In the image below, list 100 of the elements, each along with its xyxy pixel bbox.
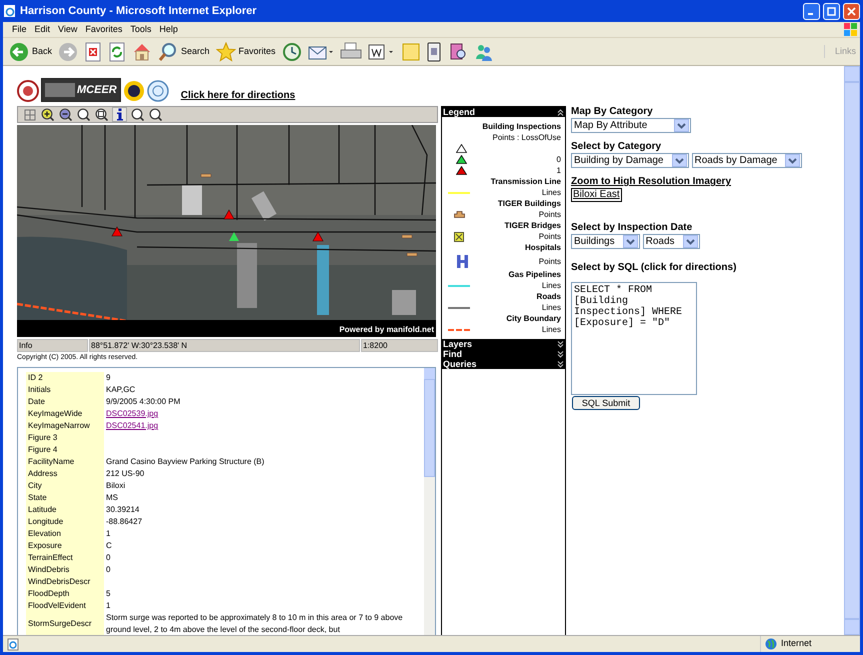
legend-layer-type: Lines (542, 187, 561, 198)
document-icon[interactable] (368, 42, 396, 62)
toolbar-label[interactable]: Search (181, 44, 210, 58)
book-icon[interactable] (448, 42, 468, 62)
field-label: Latitude (26, 504, 104, 516)
field-label: FloodDepth (26, 588, 104, 600)
building-icon (454, 211, 465, 218)
image-link[interactable]: DSC02541.jpg (106, 421, 158, 430)
globe-icon (765, 638, 777, 650)
menu-item[interactable]: File (8, 22, 31, 36)
legend-layer-name: Transmission Line (490, 176, 561, 187)
legend-layer-name: Gas Pipelines (508, 269, 561, 280)
legend-class-label: 0 (556, 154, 561, 165)
search-icon[interactable] (158, 42, 178, 62)
magnifier-icon[interactable] (131, 108, 144, 121)
field-value: 0 (106, 565, 110, 574)
field-value: 1 (106, 529, 110, 538)
maximize-icon (827, 6, 836, 16)
menu-item[interactable]: Help (155, 22, 182, 36)
field-value: 212 US-90 (106, 469, 144, 478)
field-label: KeyImageNarrow (26, 420, 104, 432)
windows-flag-icon (844, 23, 858, 36)
imagery-link[interactable]: Zoom to High Resolution Imagery (571, 176, 732, 188)
field-value: 5 (106, 589, 110, 598)
stop-icon[interactable] (84, 42, 102, 62)
caret-icon (672, 154, 686, 167)
maximize-button[interactable] (823, 2, 840, 20)
zoom-out-icon[interactable] (59, 108, 72, 121)
tablet-icon[interactable] (426, 42, 442, 62)
section-label: Select by Category (571, 141, 662, 153)
field-label: WindDebrisDescr (26, 576, 104, 588)
scrollbar[interactable] (424, 368, 435, 635)
caret-icon (682, 235, 698, 248)
legend-layer-type: Points (538, 256, 561, 266)
toolbar-label[interactable]: Back (32, 44, 52, 58)
category-dropdown[interactable]: Map By Attribute (571, 118, 691, 133)
field-label: Date (26, 396, 104, 408)
chevron-down-icon (557, 350, 564, 358)
legend-layer-name: City Boundary (505, 313, 561, 324)
info-icon[interactable] (116, 108, 124, 121)
caret-icon (785, 154, 800, 167)
refresh-icon[interactable] (108, 42, 126, 62)
panel-header[interactable]: Find (442, 349, 565, 359)
section-label: Select by Inspection Date (571, 222, 692, 234)
image-link[interactable]: DSC02539.jpg (106, 409, 158, 418)
field-value: 9/9/2005 4:30:00 PM (106, 397, 180, 406)
crossed-square-icon (454, 232, 464, 242)
legend-class-label: 1 (556, 165, 561, 176)
minimize-icon (808, 13, 812, 15)
legend-layer-type: Lines (542, 302, 561, 313)
chevron-down-icon (557, 360, 564, 368)
field-label: StormSurgeDescr (26, 612, 104, 635)
legend-layer-type: Points (538, 209, 561, 220)
toolbar-label[interactable]: Favorites (238, 44, 276, 58)
close-button[interactable] (843, 2, 860, 20)
legend-layer-type: Points (538, 231, 561, 242)
legend-layer-name: TIGER Bridges (504, 220, 561, 231)
magnifier-icon[interactable] (149, 108, 162, 121)
category-dropdown[interactable]: Roads by Damage (692, 153, 802, 168)
circle-logo-icon (146, 80, 169, 102)
zoom-box-icon[interactable] (95, 108, 108, 121)
panel-header[interactable]: Legend (442, 107, 565, 117)
legend-layer-type: Points : LossOfUse (492, 132, 561, 143)
field-value: 9 (106, 373, 110, 382)
panel-header[interactable]: Layers (442, 339, 565, 349)
zoom-in-icon[interactable] (41, 108, 54, 121)
field-label: FacilityName (26, 456, 104, 468)
printer-icon[interactable] (340, 42, 362, 62)
menu-item[interactable]: Tools (126, 22, 156, 36)
menu-item[interactable]: Edit (30, 22, 54, 36)
directions-link[interactable]: Click here for directions (180, 90, 296, 102)
sql-link[interactable]: Select by SQL (click for directions) (571, 262, 736, 274)
minimize-button[interactable] (803, 2, 820, 20)
clock-icon[interactable] (282, 42, 302, 62)
page-scrollbar[interactable] (844, 66, 860, 635)
menu-item[interactable]: Favorites (81, 22, 126, 36)
sql-submit-button[interactable]: SQL Submit (572, 396, 640, 410)
legend-layer-name: Hospitals (524, 242, 561, 253)
field-value: Biloxi (106, 481, 126, 490)
field-label: FloodVelEvident (26, 600, 104, 612)
panel-header[interactable]: Queries (442, 359, 565, 369)
biloxi-east-button[interactable]: Biloxi East (571, 188, 622, 202)
field-label: TerrainEffect (26, 552, 104, 564)
field-label: Figure 3 (26, 432, 104, 444)
sql-input-field[interactable]: SELECT * FROM [Building Inspections] WHERE [Exposure] = "D" (571, 282, 697, 395)
field-label: State (26, 492, 104, 504)
category-dropdown[interactable]: Building by Damage (571, 153, 688, 168)
caret-icon (674, 119, 689, 132)
home-icon[interactable] (132, 42, 152, 62)
field-value: 30.39214 (106, 505, 140, 514)
field-value: C (106, 541, 112, 550)
legend-layer-name: TIGER Buildings (496, 198, 561, 209)
star-icon[interactable] (216, 42, 236, 62)
magnifier-icon[interactable] (77, 108, 90, 121)
field-label: Exposure (26, 540, 104, 552)
date-dropdown[interactable]: Buildings (571, 234, 640, 249)
date-dropdown[interactable]: Roads (642, 234, 700, 249)
menu-item[interactable]: View (54, 22, 82, 36)
legend-layer-name: Building Inspections (481, 121, 561, 132)
extent-icon[interactable] (24, 108, 36, 120)
